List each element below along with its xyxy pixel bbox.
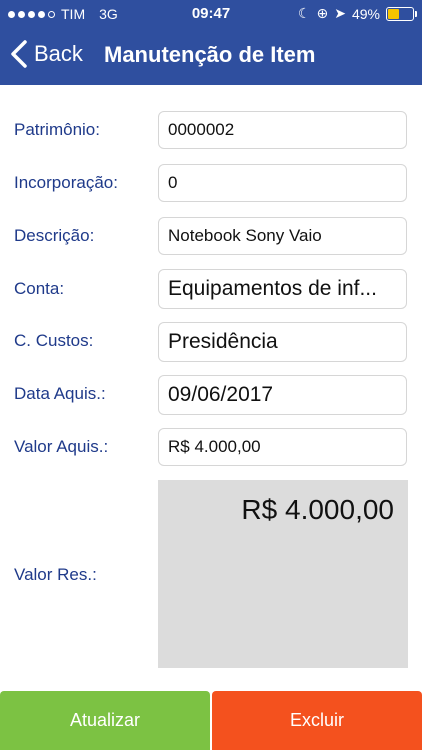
location-arrow-icon: ➤ — [334, 5, 346, 21]
moon-icon: ☾ — [297, 5, 311, 21]
app-header: TIM 3G 09:47 ☾ ⊕ ➤ 49% Back Manutenção d… — [0, 0, 422, 85]
chevron-left-icon — [11, 40, 27, 68]
update-button[interactable]: Atualizar — [0, 691, 210, 750]
valor-aquis-label: Valor Aquis.: — [14, 437, 109, 456]
rotation-lock-icon: ⊕ — [316, 5, 329, 21]
patrimonio-field[interactable]: 0000002 — [158, 111, 407, 149]
incorporacao-label: Incorporação: — [14, 173, 118, 192]
data-aquis-label: Data Aquis.: — [14, 384, 106, 403]
valor-res-value: R$ 4.000,00 — [241, 494, 394, 525]
back-label: Back — [34, 41, 83, 66]
valor-aquis-field[interactable]: R$ 4.000,00 — [158, 428, 407, 466]
delete-button[interactable]: Excluir — [212, 691, 422, 750]
back-button[interactable]: Back — [10, 40, 83, 68]
data-aquis-field[interactable]: 09/06/2017 — [158, 375, 407, 415]
descricao-field[interactable]: Notebook Sony Vaio — [158, 217, 407, 255]
custos-label: C. Custos: — [14, 331, 94, 350]
patrimonio-label: Patrimônio: — [14, 120, 100, 139]
battery-percent: 49% — [351, 5, 380, 22]
valor-res-display: R$ 4.000,00 — [158, 480, 408, 668]
battery-icon — [386, 6, 417, 21]
valor-res-label: Valor Res.: — [14, 565, 97, 584]
conta-select[interactable]: Equipamentos de inf... — [158, 269, 407, 309]
navigation-bar: Back Manutenção de Item — [0, 28, 422, 85]
descricao-label: Descrição: — [14, 226, 95, 245]
page-title: Manutenção de Item — [104, 42, 316, 67]
custos-select[interactable]: Presidência — [158, 322, 407, 362]
incorporacao-field[interactable]: 0 — [158, 164, 407, 202]
conta-label: Conta: — [14, 279, 65, 298]
status-right: ☾ ⊕ ➤ 49% — [297, 5, 417, 22]
status-bar: TIM 3G 09:47 ☾ ⊕ ➤ 49% — [0, 0, 422, 28]
